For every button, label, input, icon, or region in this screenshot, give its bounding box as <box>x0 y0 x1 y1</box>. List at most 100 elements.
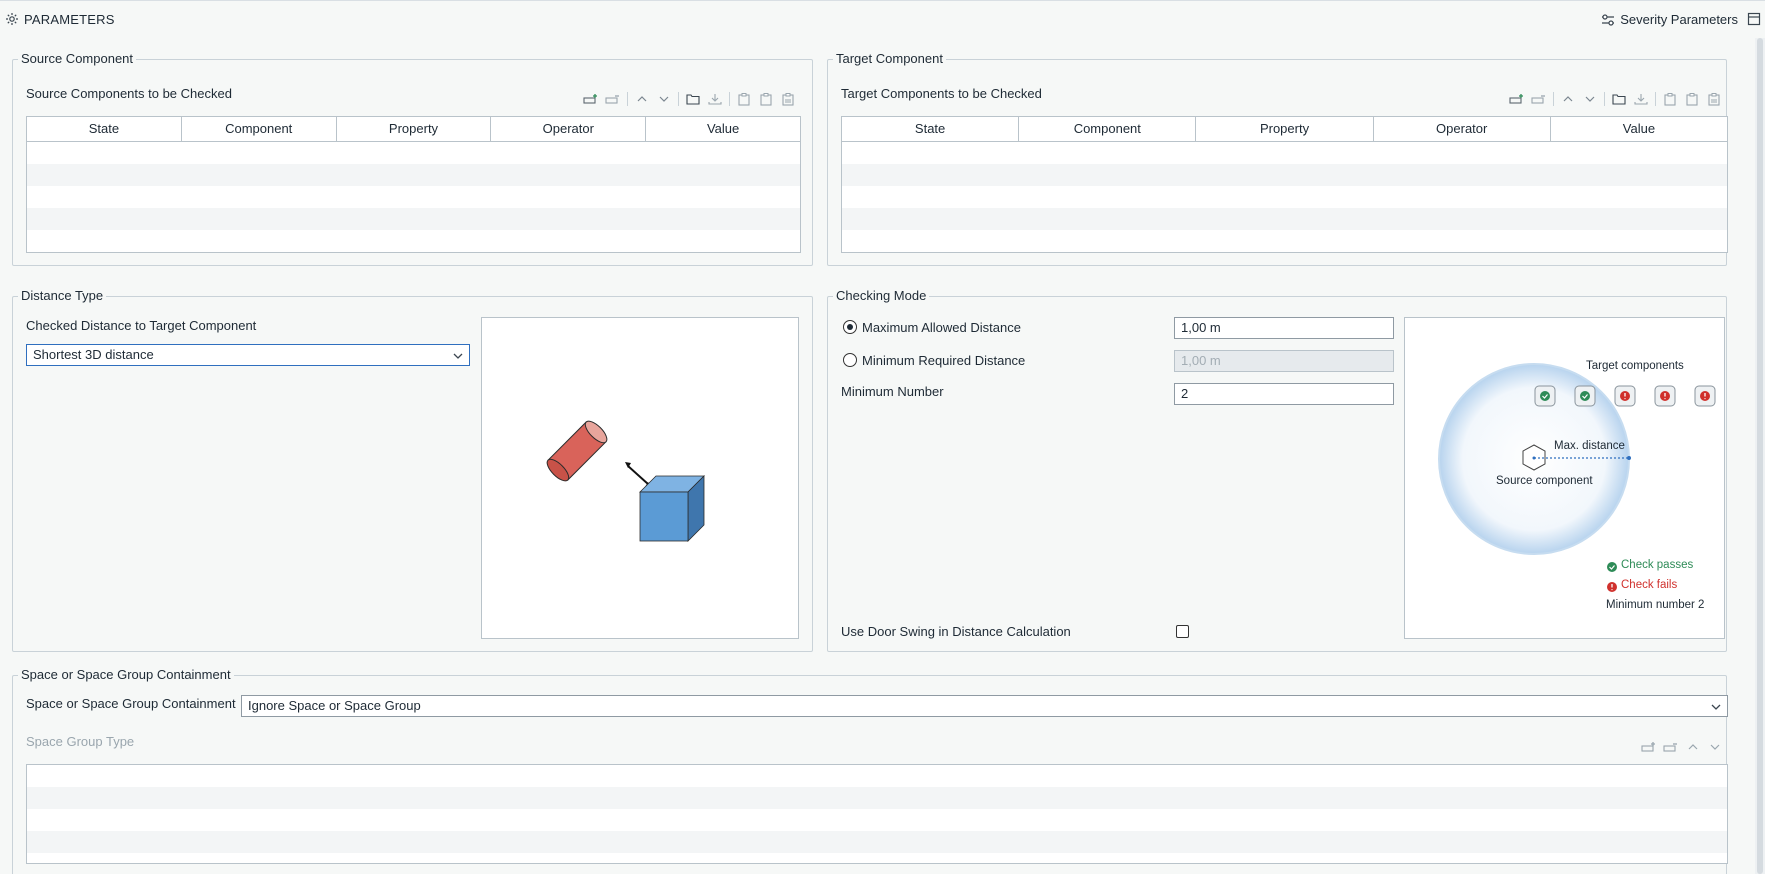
table-row[interactable] <box>27 142 800 164</box>
max-distance-caption: Max. distance <box>1554 440 1625 452</box>
vertical-scrollbar[interactable] <box>1755 38 1765 874</box>
space-containment-legend: Space or Space Group Containment <box>18 667 234 682</box>
clipboard-copy-icon[interactable] <box>755 90 777 108</box>
target-toolbar <box>1506 90 1725 108</box>
add-row-icon[interactable] <box>1506 90 1528 108</box>
clipboard-add-icon[interactable] <box>1659 90 1681 108</box>
list-item[interactable] <box>27 765 1727 787</box>
chevron-down-icon[interactable] <box>653 90 675 108</box>
clipboard-copy-icon[interactable] <box>1681 90 1703 108</box>
checking-mode-illustration: Target components Max. distance Source c… <box>1404 317 1725 639</box>
source-heading: Source Components to be Checked <box>26 86 232 101</box>
toolbar-separator <box>729 92 730 106</box>
target-component-legend: Target Component <box>833 51 946 66</box>
panel-toggle-icon[interactable] <box>1747 12 1761 29</box>
space-group-type-list[interactable] <box>26 764 1728 864</box>
remove-row-icon[interactable] <box>1528 90 1550 108</box>
header-bar: PARAMETERS Severity Parameters <box>0 0 1765 38</box>
chevron-down-icon[interactable] <box>1579 90 1601 108</box>
door-swing-checkbox[interactable] <box>1176 625 1189 638</box>
list-item[interactable] <box>27 787 1727 809</box>
toolbar-separator <box>1655 92 1656 106</box>
target-components-caption: Target components <box>1586 360 1684 372</box>
space-containment-select[interactable]: Ignore Space or Space Group <box>241 695 1728 717</box>
chevron-up-icon[interactable] <box>1557 90 1579 108</box>
min-distance-label: Minimum Required Distance <box>862 353 1026 368</box>
check-passes-caption: Check passes <box>1621 559 1694 571</box>
download-icon[interactable] <box>704 90 726 108</box>
column-header[interactable]: Value <box>1551 117 1727 141</box>
add-row-icon <box>1638 738 1660 756</box>
checking-mode-legend: Checking Mode <box>833 288 930 303</box>
clipboard-paste-icon[interactable] <box>777 90 799 108</box>
door-swing-label: Use Door Swing in Distance Calculation <box>841 624 1071 639</box>
target-heading: Target Components to be Checked <box>841 86 1042 101</box>
table-row[interactable] <box>842 230 1727 252</box>
column-header[interactable]: Property <box>337 117 492 141</box>
download-icon[interactable] <box>1630 90 1652 108</box>
column-header[interactable]: Value <box>646 117 800 141</box>
check-fails-caption: Check fails <box>1621 579 1678 591</box>
max-distance-label: Maximum Allowed Distance <box>862 320 1021 335</box>
chevron-up-icon[interactable] <box>631 90 653 108</box>
toolbar-separator <box>1604 92 1605 106</box>
chevron-down-icon <box>452 348 464 368</box>
chevron-down-icon <box>1704 738 1726 756</box>
distance-type-select[interactable]: Shortest 3D distance <box>26 344 470 366</box>
scrollbar-thumb[interactable] <box>1757 38 1763 874</box>
list-item[interactable] <box>27 831 1727 853</box>
target-components-table[interactable]: State Component Property Operator Value <box>841 116 1728 253</box>
column-header[interactable]: Property <box>1196 117 1374 141</box>
table-row[interactable] <box>842 186 1727 208</box>
table-row[interactable] <box>842 164 1727 186</box>
column-header[interactable]: Operator <box>1374 117 1551 141</box>
min-distance-input: 1,00 m <box>1174 350 1394 372</box>
min-distance-radio[interactable] <box>843 353 857 367</box>
minimum-number-value: 2 <box>1181 386 1189 401</box>
list-item[interactable] <box>27 809 1727 831</box>
minimum-number-caption: Minimum number 2 <box>1606 599 1705 611</box>
distance-type-value: Shortest 3D distance <box>33 347 154 362</box>
table-row[interactable] <box>27 164 800 186</box>
column-header[interactable]: Component <box>182 117 337 141</box>
sliders-icon <box>1602 13 1615 26</box>
column-header[interactable]: Component <box>1019 117 1197 141</box>
severity-parameters-label: Severity Parameters <box>1620 12 1738 27</box>
toolbar-separator <box>1553 92 1554 106</box>
source-toolbar <box>580 90 799 108</box>
table-row[interactable] <box>27 230 800 252</box>
chevron-up-icon <box>1682 738 1704 756</box>
chevron-down-icon <box>1710 699 1722 719</box>
max-distance-value: 1,00 m <box>1181 320 1221 335</box>
source-component-caption: Source component <box>1496 475 1593 487</box>
column-header[interactable]: Operator <box>491 117 647 141</box>
remove-row-icon <box>1660 738 1682 756</box>
severity-parameters-button[interactable]: Severity Parameters <box>1601 12 1738 27</box>
toolbar-separator <box>627 92 628 106</box>
max-distance-radio[interactable] <box>843 320 857 334</box>
table-row[interactable] <box>842 142 1727 164</box>
source-component-legend: Source Component <box>18 51 137 66</box>
cylinder-cube-diagram <box>546 420 705 542</box>
max-distance-input[interactable]: 1,00 m <box>1174 317 1394 339</box>
minimum-number-input[interactable]: 2 <box>1174 383 1394 405</box>
space-containment-label: Space or Space Group Containment <box>26 696 236 711</box>
clipboard-add-icon[interactable] <box>733 90 755 108</box>
folder-icon[interactable] <box>1608 90 1630 108</box>
min-distance-value: 1,00 m <box>1181 353 1221 368</box>
table-row[interactable] <box>27 186 800 208</box>
folder-icon[interactable] <box>682 90 704 108</box>
table-row[interactable] <box>27 208 800 230</box>
clipboard-paste-icon[interactable] <box>1703 90 1725 108</box>
table-header: State Component Property Operator Value <box>27 117 800 142</box>
table-header: State Component Property Operator Value <box>842 117 1727 142</box>
distance-type-legend: Distance Type <box>18 288 107 303</box>
column-header[interactable]: State <box>842 117 1020 141</box>
source-components-table[interactable]: State Component Property Operator Value <box>26 116 801 253</box>
space-group-type-label: Space Group Type <box>26 734 135 749</box>
remove-row-icon[interactable] <box>602 90 624 108</box>
table-row[interactable] <box>842 208 1727 230</box>
column-header[interactable]: State <box>27 117 182 141</box>
gear-icon <box>5 12 19 29</box>
add-row-icon[interactable] <box>580 90 602 108</box>
